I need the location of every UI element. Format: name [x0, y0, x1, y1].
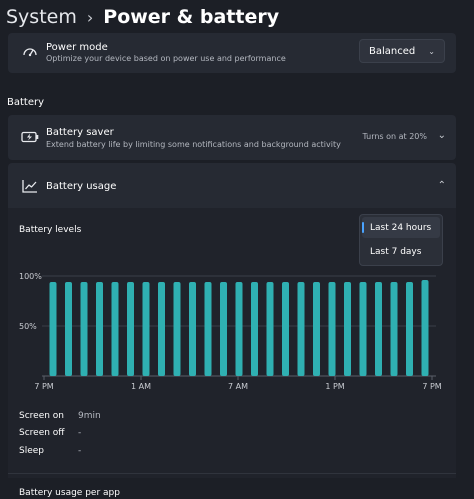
power-mode-dropdown[interactable]: Balanced ⌄: [359, 39, 445, 63]
stat-screen-off-label: Screen off: [19, 428, 65, 438]
battery-saver-status: Turns on at 20%: [362, 132, 427, 141]
chevron-down-icon[interactable]: ⌄: [438, 130, 446, 141]
stat-screen-on-value: 9min: [78, 411, 101, 421]
selection-indicator: [362, 222, 364, 233]
power-mode-icon: [20, 42, 40, 62]
range-option-label: Last 24 hours: [370, 222, 432, 233]
chevron-down-icon: ⌄: [428, 46, 435, 56]
battery-saver-icon: [20, 127, 40, 147]
battery-saver-subtitle: Extend battery life by limiting some not…: [46, 140, 341, 149]
stat-screen-off-value: -: [78, 428, 82, 438]
page-title: Power & battery: [103, 6, 280, 28]
power-mode-title: Power mode: [46, 42, 108, 53]
battery-usage-per-app-title: Battery usage per app: [19, 488, 120, 498]
battery-section-label: Battery: [7, 97, 45, 108]
range-option-7d[interactable]: Last 7 days: [362, 241, 440, 262]
panel-divider: [8, 473, 456, 474]
power-mode-subtitle: Optimize your device based on power use …: [46, 54, 286, 63]
breadcrumb-system[interactable]: System: [6, 6, 77, 28]
range-option-24h[interactable]: Last 24 hours: [362, 217, 440, 238]
battery-saver-card[interactable]: Battery saver Extend battery life by lim…: [8, 115, 456, 160]
range-option-label: Last 7 days: [370, 246, 422, 257]
chart-line-icon: [20, 176, 40, 196]
stat-sleep-value: -: [78, 446, 82, 456]
stat-sleep-label: Sleep: [19, 446, 45, 456]
power-mode-selected: Balanced: [369, 45, 416, 57]
stat-screen-on-label: Screen on: [19, 411, 65, 421]
battery-usage-header[interactable]: Battery usage ⌃: [8, 163, 456, 208]
page-header: System › Power & battery: [6, 3, 279, 31]
chevron-up-icon[interactable]: ⌃: [438, 180, 446, 191]
chart-title: Battery levels: [19, 225, 82, 235]
power-mode-card: Power mode Optimize your device based on…: [8, 33, 456, 73]
battery-usage-title: Battery usage: [46, 181, 117, 192]
breadcrumb-chevron-icon: ›: [86, 7, 94, 27]
time-range-menu: Last 24 hours Last 7 days: [359, 214, 443, 266]
battery-saver-title: Battery saver: [46, 127, 114, 138]
